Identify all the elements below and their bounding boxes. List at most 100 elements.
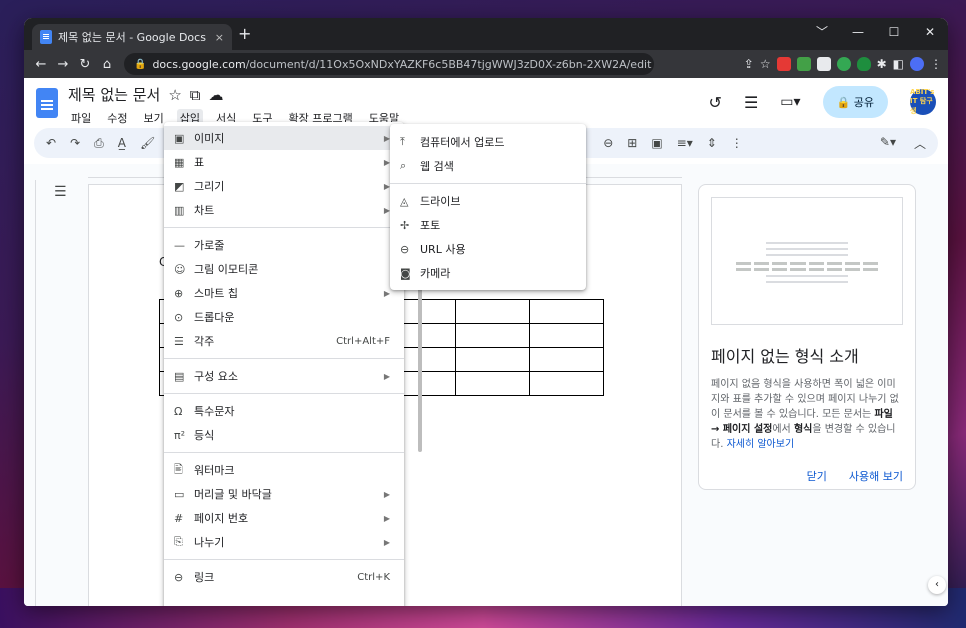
menu-item-icon: ▦ [174,155,185,169]
submenu-item-icon: ⤒ [400,135,405,148]
share-button[interactable]: 🔒 공유 [822,86,888,118]
more-options-icon[interactable]: ⋮ [731,136,743,150]
menu-item-label: 링크 [194,571,215,584]
vertical-ruler[interactable] [24,180,36,606]
insert-menu-item[interactable]: ☰ 각주 Ctrl+Alt+F [164,329,404,353]
minimize-button[interactable]: — [840,18,876,50]
menu-separator [164,559,404,560]
submenu-item-label: 포토 [420,219,441,232]
extension-red-icon[interactable] [776,57,791,71]
move-folder-icon[interactable]: ⧉ [190,86,201,104]
insert-menu-item[interactable]: ⊙ 드롭다운 [164,305,404,329]
insert-menu-item[interactable]: ▦ 표 ▶ [164,150,404,174]
insert-menu-item[interactable]: ▥ 차트 ▶ [164,198,404,222]
avatar[interactable]: ABIT's IT 탐구생 [910,88,936,115]
spellcheck-icon[interactable]: A̲ [118,136,126,150]
insert-menu-item[interactable]: ⊖ 링크 Ctrl+K [164,565,404,589]
submenu-item-label: 컴퓨터에서 업로드 [420,136,505,149]
submenu-item-label: 웹 검색 [420,160,454,173]
submenu-item-icon: ⌕ [400,159,407,172]
extension-dark-icon[interactable] [816,57,831,71]
close-window-button[interactable]: ✕ [912,18,948,50]
print-icon[interactable]: ⎙ [94,136,104,151]
undo-icon[interactable]: ↶ [46,136,56,150]
submenu-item-label: 카메라 [420,267,451,280]
collapse-menus-icon[interactable]: ︿ [914,135,926,152]
submenu-item-label: 드라이브 [420,195,461,208]
menu-item-label: 가로줄 [194,239,225,252]
insert-image-icon[interactable]: ▣ [651,136,662,150]
menu-view[interactable]: 보기 [141,109,167,127]
document-outline-icon[interactable]: ☰ [54,184,67,200]
maximize-button[interactable]: ☐ [876,18,912,50]
profile-icon[interactable] [910,57,924,71]
tab-strip: 제목 없는 문서 - Google Docs × + ﹀ — ☐ ✕ [24,18,948,50]
menu-item-icon: ▣ [174,131,185,145]
line-spacing-icon[interactable]: ⇕ [707,136,717,150]
back-arrow-icon[interactable]: ← [30,57,52,72]
insert-menu-item[interactable]: 🖹 워터마크 [164,458,404,482]
menu-item-icon: ▭ [174,487,185,501]
insert-menu-item[interactable]: — 가로줄 [164,233,404,257]
menu-item-label: 각주 [194,335,215,348]
image-submenu-item[interactable]: ◙ 카메라 [390,261,586,285]
panel-close-button[interactable]: 닫기 [807,468,827,484]
insert-menu-item[interactable]: # 페이지 번호 ▶ [164,506,404,530]
side-panel-toggle-icon[interactable]: ‹ [928,576,946,594]
share-label: 공유 [853,96,874,109]
extension-green-icon[interactable] [796,57,811,71]
image-submenu-item[interactable]: ◬ 드라이브 [390,189,586,213]
panel-try-button[interactable]: 사용해 보기 [849,468,903,484]
extension-leaf-icon[interactable] [836,57,851,71]
insert-menu-item[interactable]: π² 등식 [164,423,404,447]
docs-logo-icon[interactable] [36,88,58,118]
forward-arrow-icon[interactable]: → [52,57,74,72]
insert-menu-item[interactable]: Ω 특수문자 [164,399,404,423]
extension-shield-icon[interactable] [856,57,871,71]
home-icon[interactable]: ⌂ [96,57,118,72]
paint-format-icon[interactable]: 🖌 [140,136,155,150]
meet-icon[interactable]: ▭▾ [780,94,800,110]
browser-menu-icon[interactable]: ⋮ [930,57,942,71]
editing-mode-icon[interactable]: ✎▾ [880,135,896,152]
tab-close-icon[interactable]: × [215,31,224,44]
redo-icon[interactable]: ↷ [70,136,80,150]
insert-menu-item[interactable]: ⎘ 나누기 ▶ [164,530,404,554]
insert-menu-item[interactable]: ▭ 머리글 및 바닥글 ▶ [164,482,404,506]
browser-window: 제목 없는 문서 - Google Docs × + ﹀ — ☐ ✕ ← → ↻… [24,18,948,606]
add-comment-icon[interactable]: ⊞ [627,136,637,150]
menu-item-label: 표 [194,156,205,169]
reload-icon[interactable]: ↻ [74,57,96,72]
align-icon[interactable]: ≡▾ [677,136,693,150]
image-submenu-item[interactable]: ⊖ URL 사용 [390,237,586,261]
share-page-icon[interactable]: ⇪ [744,57,754,71]
menu-item-shortcut: Ctrl+Alt+F [336,335,390,347]
insert-link-icon[interactable]: ⊖ [603,136,613,150]
learn-more-link[interactable]: 자세히 알아보기 [727,439,795,450]
version-history-icon[interactable]: ↺ [709,93,722,112]
tab-search-icon[interactable]: ﹀ [804,18,840,50]
new-tab-button[interactable]: + [238,24,251,43]
image-submenu-item[interactable]: ✢ 포토 [390,213,586,237]
insert-menu-item[interactable]: ▣ 이미지 ▶ [164,126,404,150]
cloud-status-icon[interactable]: ☁ [209,86,224,104]
insert-menu-item[interactable]: ◩ 그리기 ▶ [164,174,404,198]
insert-menu-item[interactable]: ▤ 구성 요소 ▶ [164,364,404,388]
document-title[interactable]: 제목 없는 문서 [68,84,160,105]
star-icon[interactable]: ☆ [168,86,181,104]
address-bar[interactable]: 🔒 docs.google.com /document/d/11Ox5OxNDx… [124,53,654,75]
pageless-intro-panel: 페이지 없는 형식 소개 페이지 없음 형식을 사용하면 폭이 넓은 이미지와 … [698,184,916,490]
browser-tab[interactable]: 제목 없는 문서 - Google Docs × [32,24,232,50]
lock-icon[interactable]: 🔒 [134,59,146,70]
extensions-puzzle-icon[interactable]: ✱ [877,57,887,71]
menu-item-label: 페이지 번호 [194,512,249,525]
menu-edit[interactable]: 수정 [104,109,130,127]
image-submenu-item[interactable]: ⤒ 컴퓨터에서 업로드 [390,130,586,154]
bookmark-star-icon[interactable]: ☆ [760,57,771,71]
side-panel-icon[interactable]: ◧ [893,57,904,71]
image-submenu-item[interactable]: ⌕ 웹 검색 [390,154,586,178]
menu-file[interactable]: 파일 [68,109,94,127]
insert-menu-item[interactable]: ⊕ 스마트 칩 ▶ [164,281,404,305]
insert-menu-item[interactable]: ☺ 그림 이모티콘 [164,257,404,281]
comments-icon[interactable]: ☰ [744,93,758,112]
